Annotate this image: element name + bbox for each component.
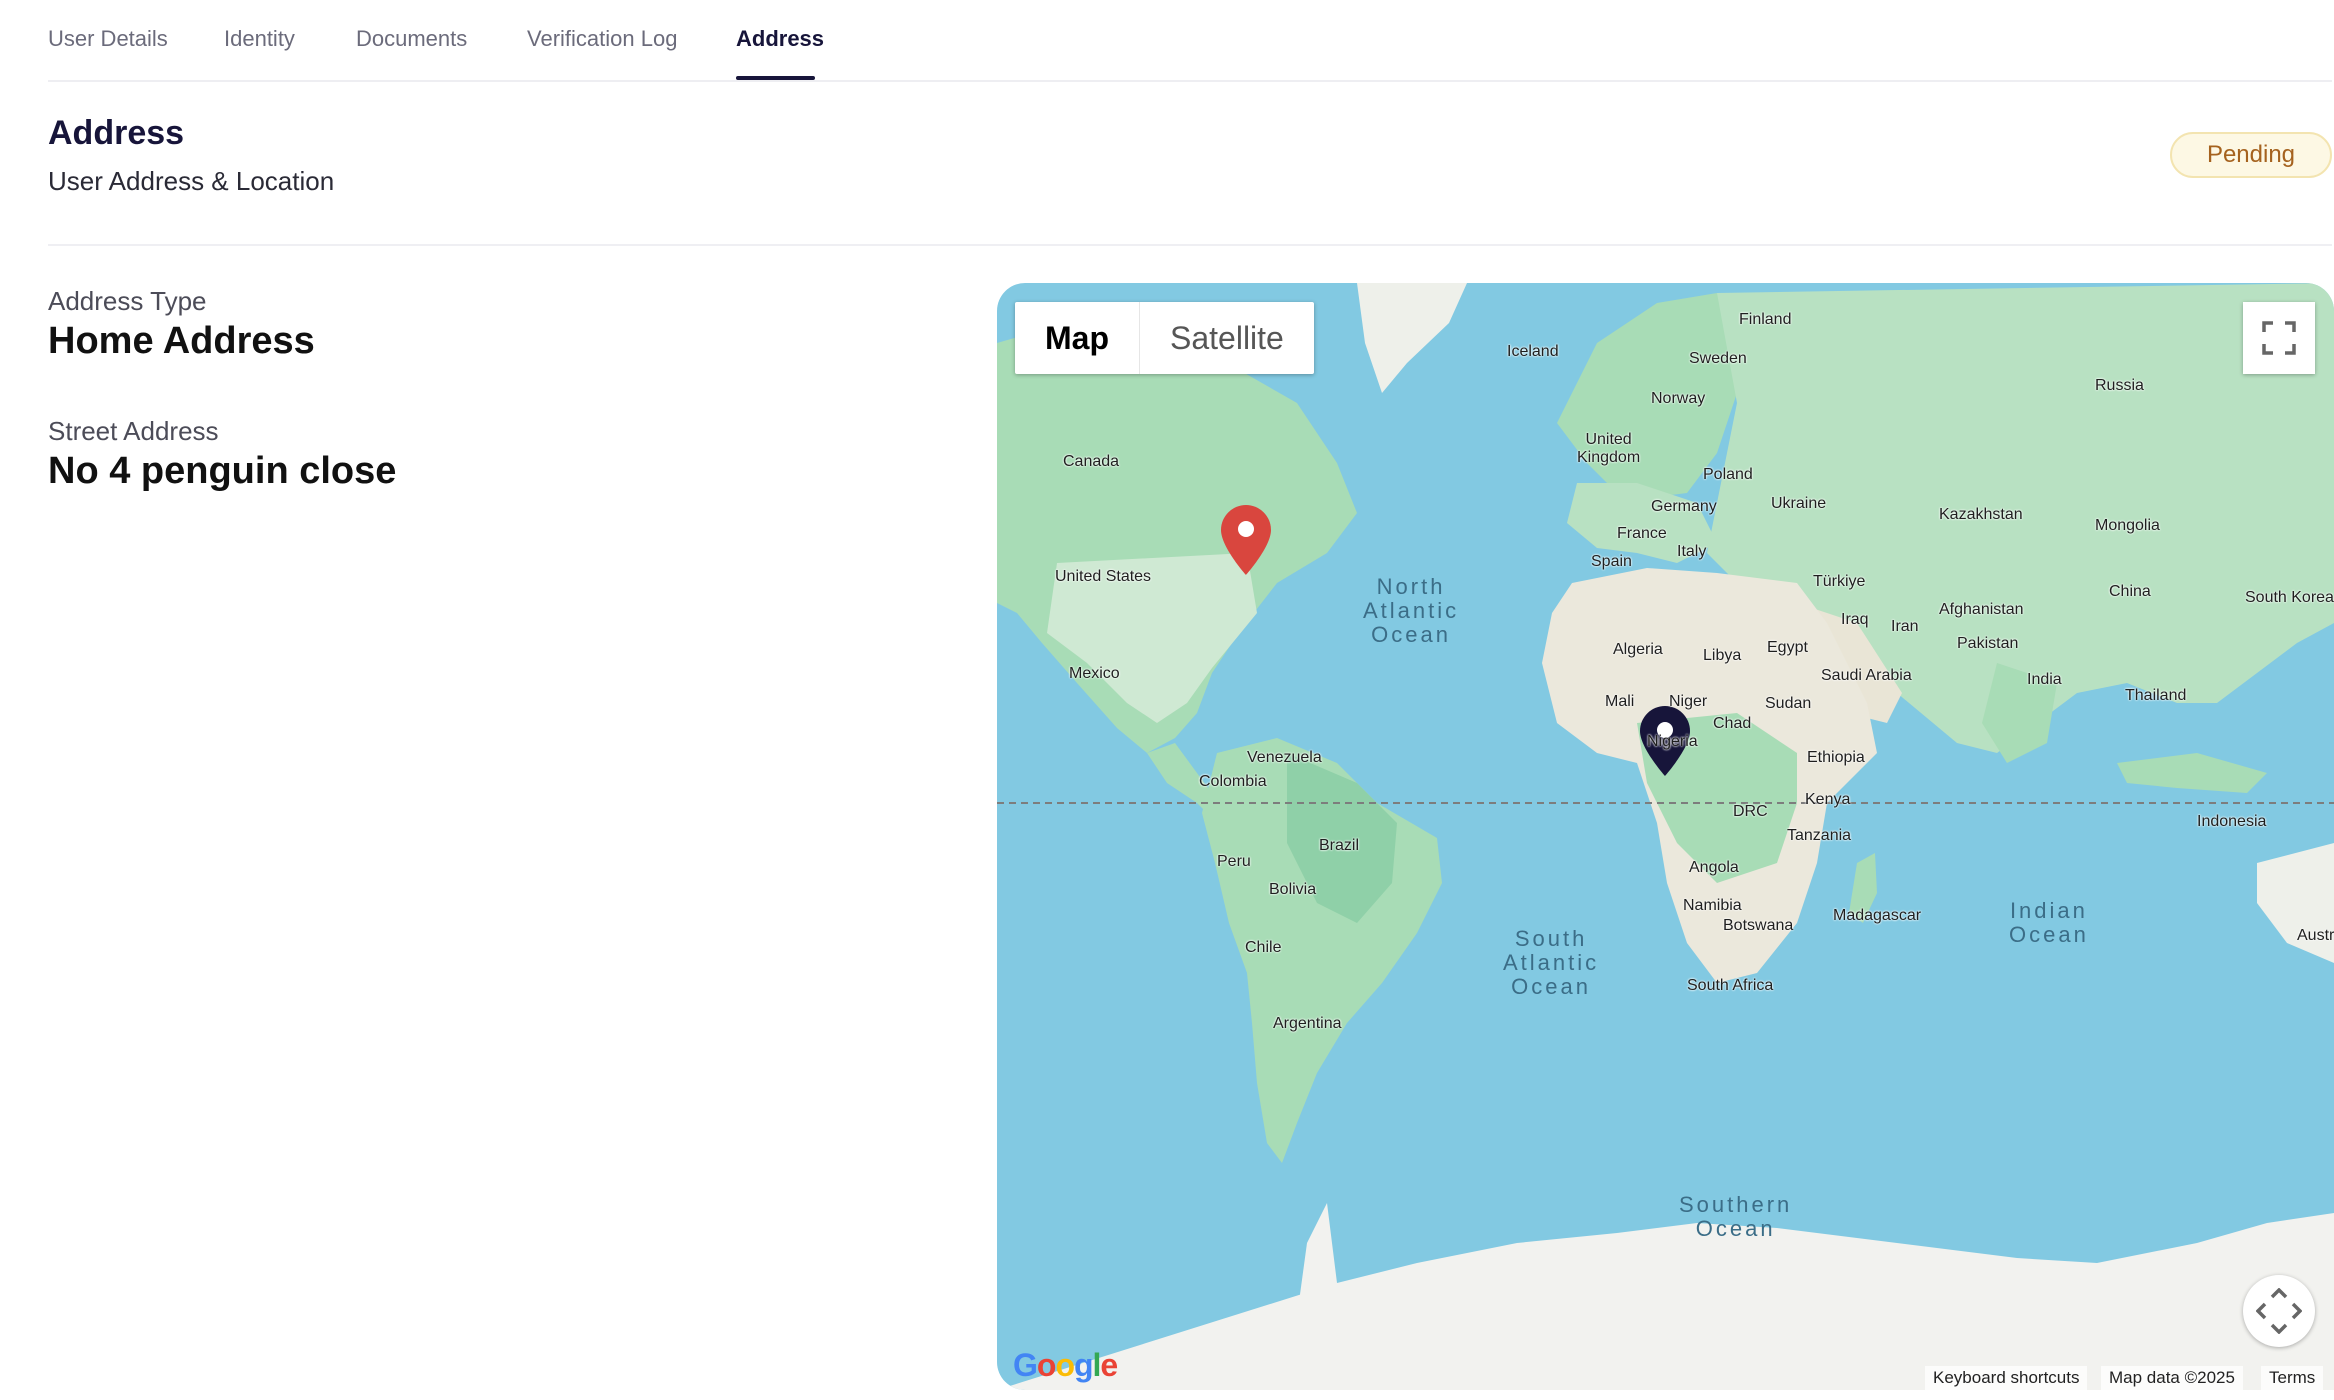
map-label-afghanistan: Afghanistan	[1939, 601, 2024, 618]
map-label-peru: Peru	[1217, 853, 1251, 870]
map-label-madagascar: Madagascar	[1833, 907, 1922, 924]
map-label-thailand: Thailand	[2125, 687, 2187, 704]
map-label-canada: Canada	[1063, 453, 1120, 470]
section-subtitle: User Address & Location	[48, 166, 335, 196]
ocean-label-north-atlantic: North Atlantic Ocean	[1363, 574, 1460, 647]
active-tab-indicator	[736, 76, 815, 80]
map-label-spain: Spain	[1591, 553, 1632, 570]
terms-link[interactable]: Terms	[2261, 1366, 2324, 1390]
map-label-usa: United States	[1055, 568, 1152, 585]
keyboard-shortcuts-link[interactable]: Keyboard shortcuts	[1925, 1366, 2088, 1390]
map-label-norway: Norway	[1651, 390, 1706, 407]
map-label-algeria: Algeria	[1613, 641, 1663, 658]
map-label-kazakhstan: Kazakhstan	[1939, 506, 2023, 523]
section-title: Address	[48, 114, 185, 152]
ocean-label-south-atlantic: South Atlantic Ocean	[1503, 926, 1600, 999]
red-location-pin-icon[interactable]	[1219, 503, 1273, 577]
map-label-france: France	[1617, 525, 1667, 542]
map-label-saudi-arabia: Saudi Arabia	[1821, 667, 1912, 684]
map-label-namibia: Namibia	[1683, 897, 1742, 914]
map-label-mexico: Mexico	[1069, 665, 1120, 682]
tab-identity[interactable]: Identity	[224, 26, 295, 52]
map-label-germany: Germany	[1651, 498, 1717, 515]
map-label-australia: Australia	[2297, 927, 2334, 944]
google-logo: Google	[1013, 1347, 1118, 1383]
map-label-drc: DRC	[1733, 803, 1768, 820]
tab-verification-log[interactable]: Verification Log	[527, 26, 677, 52]
map-label-argentina: Argentina	[1273, 1015, 1342, 1032]
map-label-south-korea: South Korea	[2245, 589, 2334, 606]
map-label-niger: Niger	[1669, 693, 1708, 710]
street-address-label: Street Address	[48, 416, 219, 446]
tab-documents[interactable]: Documents	[356, 26, 467, 52]
map-label-poland: Poland	[1703, 466, 1753, 483]
location-map[interactable]: Map Satellite Finland Iceland Sweden Nor…	[997, 283, 2334, 1390]
camera-control-button[interactable]	[2243, 1275, 2315, 1347]
map-label-china: China	[2109, 583, 2151, 600]
map-label-nigeria: Nigeria	[1647, 733, 1698, 750]
map-label-turkiye: Türkiye	[1813, 573, 1866, 590]
map-label-mali: Mali	[1605, 693, 1635, 710]
map-label-kenya: Kenya	[1805, 791, 1851, 808]
ocean-label-indian: Indian Ocean	[2009, 898, 2089, 947]
map-label-uk: United Kingdom	[1577, 431, 1641, 466]
map-label-botswana: Botswana	[1723, 917, 1794, 934]
map-label-mongolia: Mongolia	[2095, 517, 2160, 534]
fullscreen-button[interactable]	[2243, 302, 2315, 374]
fullscreen-icon	[2262, 321, 2296, 355]
map-label-south-africa: South Africa	[1687, 977, 1774, 994]
map-label-indonesia: Indonesia	[2197, 813, 2267, 830]
tab-bar: User Details Identity Documents Verifica…	[48, 0, 2332, 82]
map-label-italy: Italy	[1677, 543, 1707, 560]
street-address-value: No 4 penguin close	[48, 450, 397, 492]
map-label-angola: Angola	[1689, 859, 1739, 876]
map-data-attribution: Map data ©2025	[2101, 1366, 2243, 1390]
map-type-toggle: Map Satellite	[1015, 302, 1314, 374]
address-type-label: Address Type	[48, 286, 207, 316]
map-label-bolivia: Bolivia	[1269, 881, 1317, 898]
map-label-chile: Chile	[1245, 939, 1282, 956]
map-label-ukraine: Ukraine	[1771, 495, 1827, 512]
tab-address[interactable]: Address	[736, 26, 824, 52]
map-label-finland: Finland	[1739, 311, 1792, 328]
map-label-brazil: Brazil	[1319, 837, 1360, 854]
map-label-iraq: Iraq	[1841, 611, 1869, 628]
map-label-venezuela: Venezuela	[1247, 749, 1322, 766]
ocean-label-southern: Southern Ocean	[1679, 1192, 1793, 1241]
map-label-sudan: Sudan	[1765, 695, 1812, 712]
tab-user-details[interactable]: User Details	[48, 26, 168, 52]
map-label-libya: Libya	[1703, 647, 1742, 664]
map-label-chad: Chad	[1713, 715, 1752, 732]
map-label-pakistan: Pakistan	[1957, 635, 2019, 652]
address-type-value: Home Address	[48, 320, 315, 362]
status-badge: Pending	[2170, 132, 2332, 178]
map-label-russia: Russia	[2095, 377, 2144, 394]
map-label-iceland: Iceland	[1507, 343, 1559, 360]
world-map-graphic	[997, 283, 2334, 1390]
map-label-colombia: Colombia	[1199, 773, 1267, 790]
satellite-view-button[interactable]: Satellite	[1140, 302, 1314, 374]
map-label-tanzania: Tanzania	[1787, 827, 1852, 844]
map-label-ethiopia: Ethiopia	[1807, 749, 1865, 766]
camera-control-icon	[2256, 1288, 2302, 1334]
section-divider	[48, 244, 2332, 246]
map-view-button[interactable]: Map	[1015, 302, 1139, 374]
map-label-egypt: Egypt	[1767, 639, 1808, 656]
map-label-india: India	[2027, 671, 2062, 688]
map-label-iran: Iran	[1891, 618, 1919, 635]
map-label-sweden: Sweden	[1689, 350, 1747, 367]
